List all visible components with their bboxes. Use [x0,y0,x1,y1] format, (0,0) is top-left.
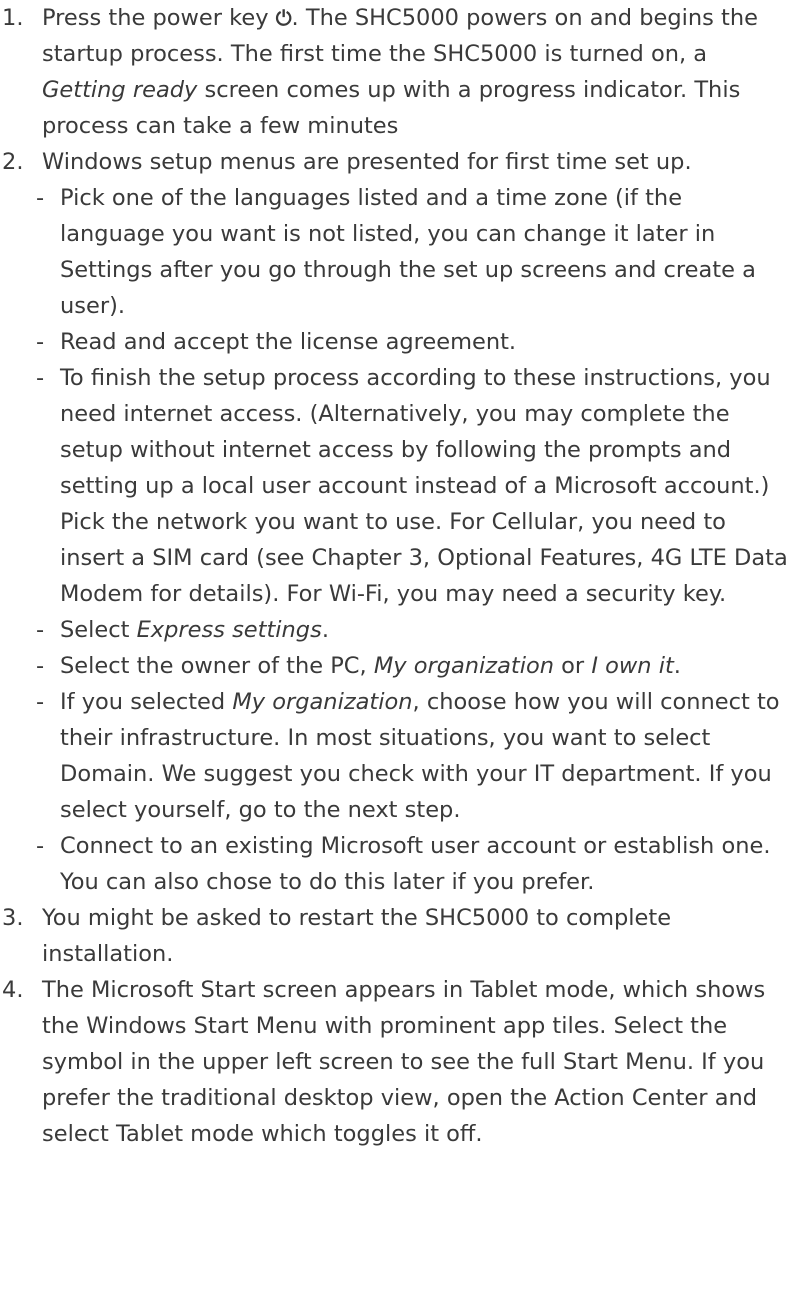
bullet-dash: - [36,365,45,391]
bullet-text: Select the owner of the PC, [60,653,374,679]
bullet-emphasis: My organization [232,689,413,715]
step-text: The Microsoft Start screen appears in Ta… [42,977,766,1147]
step-1: 1. Press the power key ⏻. The SHC5000 po… [0,0,790,144]
bullet-emphasis: My organization [373,653,555,679]
bullet-item: - Select Express settings. [26,612,790,648]
step-number: 1. [2,5,24,31]
bullet-item: - To finish the setup process according … [26,360,790,612]
bullet-text: To finish the setup process according to… [60,365,788,607]
instructions-document: 1. Press the power key ⏻. The SHC5000 po… [0,0,790,1152]
bullet-dash: - [36,653,45,679]
step-4: 4. The Microsoft Start screen appears in… [0,972,790,1152]
bullet-item: - Connect to an existing Microsoft user … [26,828,790,900]
bullet-dash: - [36,833,45,859]
bullet-text: Read and accept the license agreement. [60,329,517,355]
power-icon: ⏻ [275,6,292,30]
bullet-text: or [554,653,592,679]
step-number: 2. [2,149,24,175]
step-text: Press the power key [42,5,276,31]
step-number: 3. [2,905,24,931]
bullet-text: Pick one of the languages listed and a t… [60,185,756,319]
bullet-dash: - [36,329,45,355]
bullet-text: . [321,617,329,643]
bullet-text: Select [60,617,137,643]
bullet-item: - Select the owner of the PC, My organiz… [26,648,790,684]
step-text: You might be asked to restart the SHC500… [42,905,672,967]
bullet-emphasis: Express settings [136,617,322,643]
bullet-text: Connect to an existing Microsoft user ac… [60,833,771,895]
bullet-item: - Pick one of the languages listed and a… [26,180,790,324]
step-2: 2. Windows setup menus are presented for… [0,144,790,180]
bullet-dash: - [36,689,45,715]
bullet-item: - Read and accept the license agreement. [26,324,790,360]
step-3: 3. You might be asked to restart the SHC… [0,900,790,972]
bullet-text: . [673,653,681,679]
bullet-dash: - [36,185,45,211]
bullet-text: If you selected [60,689,233,715]
bullet-dash: - [36,617,45,643]
step-text: Windows setup menus are presented for fi… [42,149,692,175]
bullet-item: - If you selected My organization, choos… [26,684,790,828]
bullet-emphasis: I own it [591,653,674,679]
step-number: 4. [2,977,24,1003]
step-emphasis: Getting ready [42,77,198,103]
